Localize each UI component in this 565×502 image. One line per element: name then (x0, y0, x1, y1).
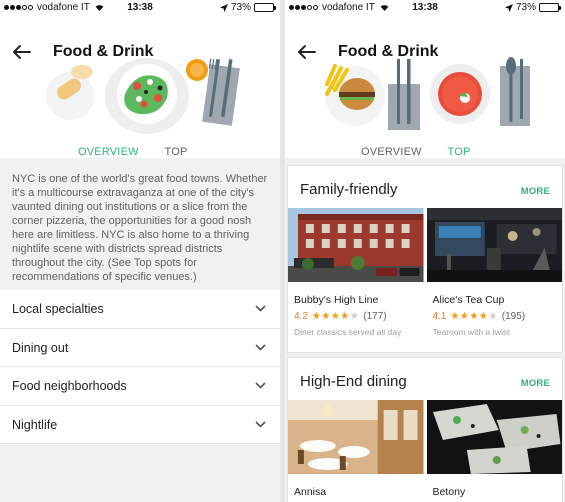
chevron-down-icon (255, 343, 266, 351)
section-label: Nightlife (12, 417, 58, 432)
back-arrow-icon[interactable] (297, 44, 317, 60)
rating-value: 4.2 (294, 311, 308, 322)
place-name: Annisa (294, 486, 327, 498)
page-header: Food & Drink OVERVIEW TOP (285, 16, 565, 172)
star-rating-icon: ★★★★★ (450, 311, 498, 322)
location-arrow-icon (504, 3, 513, 12)
tab-overview[interactable]: OVERVIEW (361, 146, 421, 158)
battery-percent: 73% (515, 2, 536, 13)
battery-icon (539, 3, 561, 12)
more-link[interactable]: MORE (521, 186, 550, 197)
tab-overview[interactable]: OVERVIEW (78, 146, 138, 158)
section-label: Local specialties (12, 302, 104, 316)
top-spots-screen: vodafone IT 13:38 73% Food & Drink OVERV… (285, 0, 565, 502)
page-header: Food & Drink OVERVIEW TOP (0, 16, 280, 172)
section-label: Food neighborhoods (12, 379, 127, 393)
chevron-down-icon (255, 382, 266, 389)
card-title: Family-friendly (300, 181, 398, 198)
battery-percent: 73% (230, 2, 251, 13)
battery-icon (254, 3, 276, 12)
rating-row: 4.2 ★★★★★ (177) (294, 311, 424, 322)
overview-panel: NYC is one of the world's great food tow… (0, 158, 280, 502)
place-card[interactable]: Annisa (288, 400, 424, 498)
rating-value: 4.1 (432, 311, 447, 322)
section-label: Dining out (12, 340, 69, 355)
star-rating-icon: ★★★★★ (311, 311, 360, 322)
review-count: (195) (501, 311, 526, 322)
overview-screen: vodafone IT 13:38 73% Food & Drink OVERV… (0, 0, 280, 502)
section-list: Local specialties Dining out Food neighb… (0, 290, 280, 444)
review-count: (177) (363, 311, 387, 322)
card-title: High-End dining (300, 373, 407, 390)
category-card: Family-friendly MORE Bubby's High Line 4… (288, 166, 562, 352)
status-bar: vodafone IT 13:38 73% (0, 0, 280, 16)
section-nightlife[interactable]: Nightlife (0, 406, 280, 444)
section-local-specialties[interactable]: Local specialties (0, 290, 280, 329)
place-description: Tearoom with a twist (432, 327, 510, 337)
top-spots-panel: Family-friendly MORE Bubby's High Line 4… (285, 158, 565, 502)
place-description: Diner classics served all day (294, 327, 402, 337)
place-name: Betony (432, 486, 466, 498)
place-card[interactable]: Betony (426, 400, 562, 498)
place-card[interactable]: Alice's Tea Cup 4.1 ★★★★★ (195) Tearoom … (426, 208, 563, 337)
section-food-neighborhoods[interactable]: Food neighborhoods (0, 367, 280, 406)
rating-row: 4.1 ★★★★★ (195) (433, 311, 563, 322)
food-illustration (46, 58, 240, 134)
place-name: Alice's Tea Cup (432, 294, 505, 306)
location-arrow-icon (219, 3, 228, 12)
more-link[interactable]: MORE (521, 378, 550, 389)
place-photo (426, 208, 562, 282)
status-bar: vodafone IT 13:38 73% (285, 0, 565, 16)
food-illustration (325, 57, 530, 130)
category-card: High-End dining MORE Annisa Betony (288, 358, 562, 502)
place-photo (426, 400, 562, 474)
chevron-down-icon (255, 305, 266, 312)
place-name: Bubby's High Line (294, 294, 379, 306)
intro-text: NYC is one of the world's great food tow… (12, 173, 268, 283)
back-arrow-icon[interactable] (12, 44, 32, 60)
chevron-down-icon (255, 420, 266, 428)
place-photo (288, 400, 424, 474)
section-dining-out[interactable]: Dining out (0, 329, 280, 367)
place-card[interactable]: Bubby's High Line 4.2 ★★★★★ (177) Diner … (288, 208, 424, 337)
place-photo (288, 208, 424, 282)
